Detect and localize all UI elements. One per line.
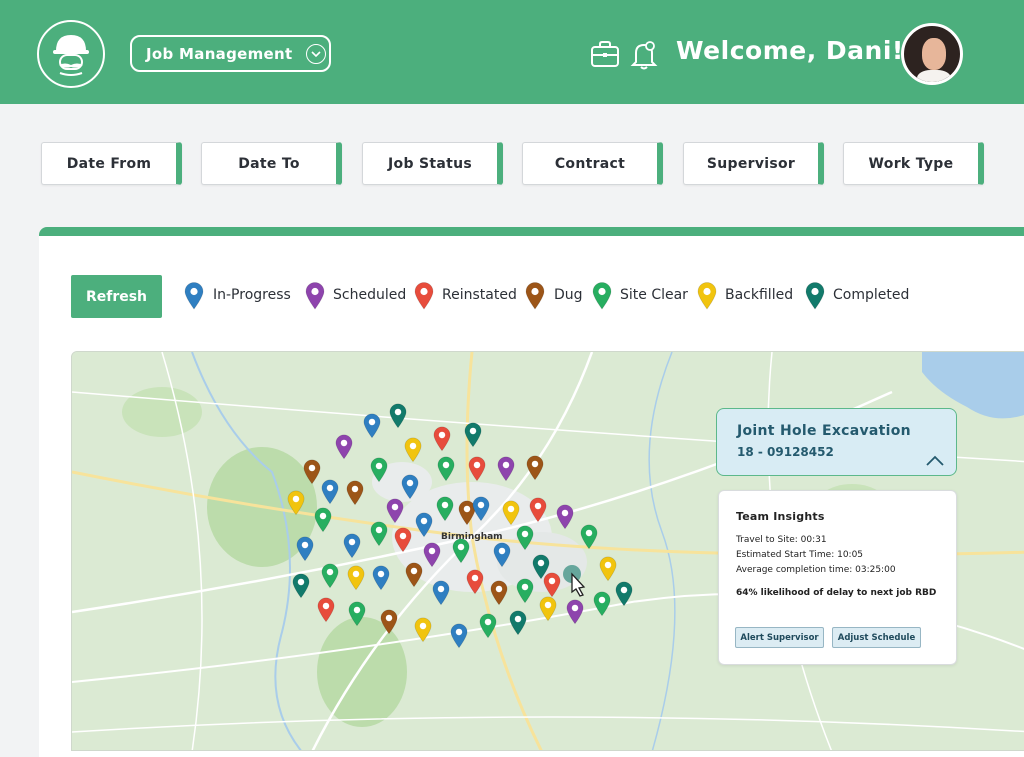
job-pin-icon[interactable] [389, 403, 407, 433]
chevron-down-icon [306, 43, 327, 64]
legend-pin-icon [305, 282, 325, 314]
job-card-reference: 18 - 09128452 [737, 445, 834, 459]
job-pin-icon[interactable] [580, 524, 598, 554]
job-pin-icon[interactable] [314, 507, 332, 537]
job-pin-icon[interactable] [432, 580, 450, 610]
notification-bell-icon[interactable] [630, 40, 658, 74]
team-insights-panel: Team Insights Travel to Site: 00:31 Esti… [718, 490, 957, 665]
job-pin-icon[interactable] [335, 434, 353, 464]
legend-label: Reinstated [442, 287, 517, 303]
average-completion: Average completion time: 03:25:00 [736, 565, 896, 575]
welcome-message: Welcome, Dani! [676, 36, 904, 65]
job-pin-icon[interactable] [370, 457, 388, 487]
company-logo [37, 20, 105, 88]
job-pin-icon[interactable] [287, 490, 305, 520]
legend-pin-icon [525, 282, 545, 314]
estimated-start: Estimated Start Time: 10:05 [736, 550, 864, 560]
filter-work-type[interactable]: Work Type [843, 142, 984, 185]
job-pin-icon[interactable] [321, 479, 339, 509]
filter-date-to[interactable]: Date To [201, 142, 342, 185]
legend-pin-icon [697, 282, 717, 314]
job-pin-icon[interactable] [386, 498, 404, 528]
job-pin-icon[interactable] [437, 456, 455, 486]
job-pin-icon[interactable] [303, 459, 321, 489]
map-city-label: Birmingham [441, 532, 503, 542]
job-pin-icon[interactable] [348, 601, 366, 631]
job-pin-icon[interactable] [436, 496, 454, 526]
legend-label: Completed [833, 287, 910, 303]
job-pin-icon[interactable] [556, 504, 574, 534]
job-pin-icon[interactable] [468, 456, 486, 486]
job-pin-icon[interactable] [404, 437, 422, 467]
job-pin-icon[interactable] [493, 542, 511, 572]
legend-label: Dug [554, 287, 583, 303]
job-pin-icon[interactable] [343, 533, 361, 563]
job-pin-icon[interactable] [466, 569, 484, 599]
selected-job-card[interactable]: Joint Hole Excavation 18 - 09128452 [716, 408, 957, 476]
chevron-up-icon[interactable] [926, 452, 944, 471]
job-management-label: Job Management [146, 44, 293, 63]
job-pin-icon[interactable] [464, 422, 482, 452]
briefcase-icon[interactable] [590, 40, 620, 72]
app-header: Job Management Welcome, Dani! [0, 0, 1024, 104]
job-pin-icon[interactable] [529, 497, 547, 527]
job-pin-icon[interactable] [317, 597, 335, 627]
job-pin-icon[interactable] [292, 573, 310, 603]
insights-heading: Team Insights [736, 510, 825, 523]
legend-pin-icon [414, 282, 434, 314]
alert-supervisor-button[interactable]: Alert Supervisor [735, 627, 824, 648]
job-pin-icon[interactable] [450, 623, 468, 653]
job-pin-icon[interactable] [472, 496, 490, 526]
filter-job-status[interactable]: Job Status [362, 142, 503, 185]
legend-label: Site Clear [620, 287, 688, 303]
legend-label: In-Progress [213, 287, 291, 303]
job-pin-icon[interactable] [405, 562, 423, 592]
job-pin-icon[interactable] [347, 565, 365, 595]
job-pin-icon[interactable] [370, 521, 388, 551]
legend-label: Scheduled [333, 287, 407, 303]
job-pin-icon[interactable] [615, 581, 633, 611]
job-pin-icon[interactable] [479, 613, 497, 643]
job-pin-icon[interactable] [526, 455, 544, 485]
job-pin-icon[interactable] [516, 578, 534, 608]
user-avatar[interactable] [901, 23, 963, 85]
travel-time: Travel to Site: 00:31 [736, 535, 827, 545]
legend-pin-icon [184, 282, 204, 314]
job-card-title: Joint Hole Excavation [737, 423, 911, 439]
job-pin-icon[interactable] [321, 563, 339, 593]
delay-risk: 64% likelihood of delay to next job RBD [736, 588, 937, 598]
job-pin-icon[interactable] [380, 609, 398, 639]
job-pin-icon[interactable] [346, 480, 364, 510]
filter-contract[interactable]: Contract [522, 142, 663, 185]
legend-pin-icon [592, 282, 612, 314]
hand-cursor-icon [560, 562, 600, 606]
job-pin-icon[interactable] [296, 536, 314, 566]
filter-date-from[interactable]: Date From [41, 142, 182, 185]
legend-label: Backfilled [725, 287, 794, 303]
workman-icon [53, 35, 89, 76]
job-pin-icon[interactable] [433, 426, 451, 456]
job-pin-icon[interactable] [415, 512, 433, 542]
job-management-dropdown[interactable]: Job Management [130, 35, 331, 72]
job-pin-icon[interactable] [414, 617, 432, 647]
job-pin-icon[interactable] [490, 580, 508, 610]
job-pin-icon[interactable] [394, 527, 412, 557]
adjust-schedule-button[interactable]: Adjust Schedule [832, 627, 921, 648]
job-pin-icon[interactable] [497, 456, 515, 486]
legend-pin-icon [805, 282, 825, 314]
job-pin-icon[interactable] [539, 596, 557, 626]
filter-supervisor[interactable]: Supervisor [683, 142, 824, 185]
job-pin-icon[interactable] [452, 538, 470, 568]
job-pin-icon[interactable] [509, 610, 527, 640]
job-pin-icon[interactable] [372, 565, 390, 595]
refresh-button[interactable]: Refresh [71, 275, 162, 318]
job-pin-icon[interactable] [363, 413, 381, 443]
job-pin-icon[interactable] [423, 542, 441, 572]
job-pin-icon[interactable] [516, 525, 534, 555]
